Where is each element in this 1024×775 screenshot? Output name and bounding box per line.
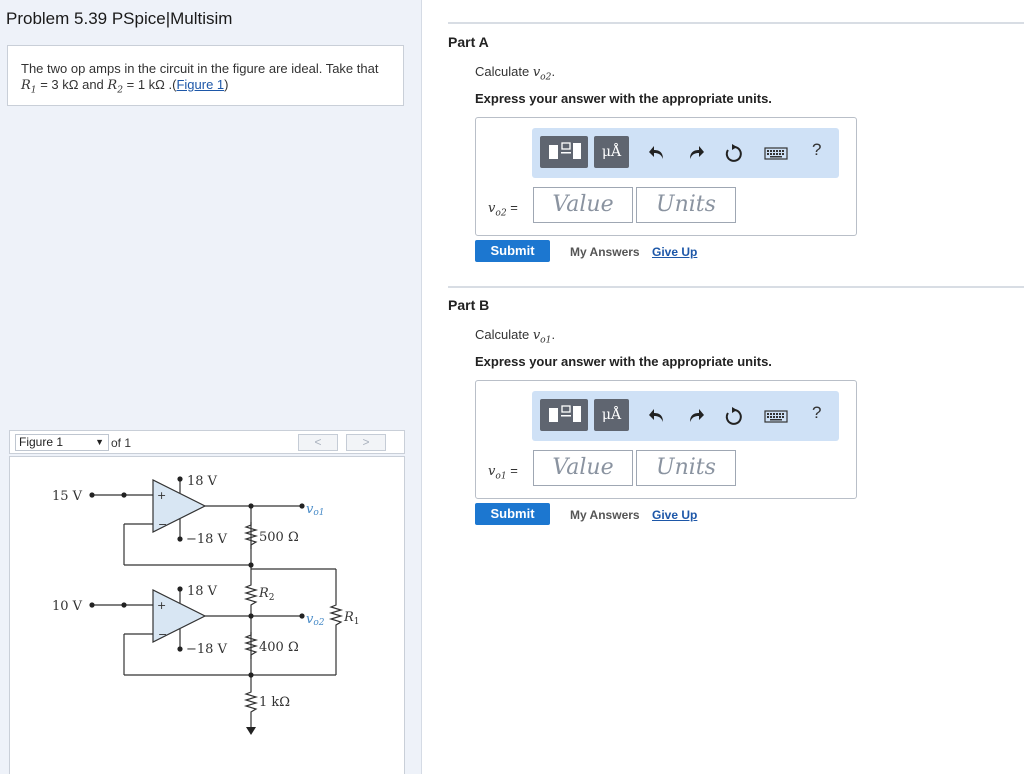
part-b-divider (448, 286, 1024, 288)
part-a-submit-button[interactable]: Submit (475, 240, 550, 262)
redo-icon[interactable] (684, 142, 706, 164)
part-a-input-label: vo2 = (488, 200, 518, 219)
undo-icon[interactable] (647, 405, 669, 427)
circuit-diagram: + − + − 15 V 10 V 18 V −18 V 18 V −18 V … (52, 474, 360, 735)
svg-text:−: − (158, 628, 167, 641)
part-b-title: Part B (448, 297, 490, 313)
keyboard-icon[interactable] (763, 405, 789, 427)
help-button[interactable]: ? (812, 403, 821, 423)
part-b-question: Calculate vo1. (475, 327, 556, 346)
reset-icon[interactable] (722, 142, 744, 164)
part-b-toolbar: μÅ ? (532, 391, 839, 441)
source-10v-label: 10 V (52, 599, 83, 614)
supply-plus-18v-label-1: 18 V (187, 474, 218, 489)
part-a-answer-box: μÅ ? vo2 = Value Units (475, 117, 857, 236)
resistor-500-label: 500 Ω (259, 530, 299, 545)
part-a-toolbar: μÅ ? (532, 128, 839, 178)
part-b-units-input[interactable]: Units (636, 450, 736, 486)
figure-select[interactable]: Figure 1 ▼ (15, 434, 109, 451)
figure-area: + − + − 15 V 10 V 18 V −18 V 18 V −18 V … (9, 456, 405, 774)
part-b-give-up-link[interactable]: Give Up (652, 508, 697, 522)
units-button[interactable]: μÅ (594, 399, 629, 431)
resistor-r1-label: R1 (343, 610, 360, 627)
part-b-answer-box: μÅ ? vo1 = Value Units (475, 380, 857, 499)
part-a-give-up-link[interactable]: Give Up (652, 245, 697, 259)
supply-minus-18v-label-1: −18 V (186, 532, 228, 547)
templates-icon (549, 405, 581, 422)
resistor-r2-label: R2 (258, 586, 275, 603)
part-a-my-answers-link[interactable]: My Answers (570, 245, 640, 259)
supply-minus-18v-label-2: −18 V (186, 642, 228, 657)
resistor-1k-label: 1 kΩ (259, 695, 290, 710)
svg-text:+: + (157, 599, 166, 612)
r2-symbol: R2 (107, 78, 123, 96)
resistor-400-label: 400 Ω (259, 640, 299, 655)
part-a-instructions: Express your answer with the appropriate… (475, 91, 772, 106)
reset-icon[interactable] (722, 405, 744, 427)
r2-value: = 1 kΩ (123, 77, 165, 92)
part-a-title: Part A (448, 34, 489, 50)
next-figure-button[interactable]: > (346, 434, 386, 451)
problem-statement-box: The two op amps in the circuit in the fi… (7, 45, 404, 106)
figure-count: of 1 (111, 436, 132, 450)
r1-value: = 3 kΩ (36, 77, 79, 92)
output-vo2-label: vo2 (306, 612, 325, 628)
redo-icon[interactable] (684, 405, 706, 427)
part-b-input-label: vo1 = (488, 463, 518, 482)
undo-icon[interactable] (647, 142, 669, 164)
problem-statement: The two op amps in the circuit in the fi… (21, 61, 379, 96)
part-a-value-input[interactable]: Value (533, 187, 633, 223)
part-a-units-input[interactable]: Units (636, 187, 736, 223)
statement-text: The two op amps in the circuit in the fi… (21, 61, 379, 76)
part-a-divider (448, 22, 1024, 24)
source-15v-label: 15 V (52, 489, 83, 504)
figure-link[interactable]: Figure 1 (176, 77, 224, 92)
problem-title: Problem 5.39 PSpice|Multisim (6, 9, 233, 28)
figure-navigation-bar: Figure 1 ▼ of 1 < > (9, 430, 405, 454)
keyboard-icon[interactable] (763, 142, 789, 164)
help-button[interactable]: ? (812, 140, 821, 160)
part-b-instructions: Express your answer with the appropriate… (475, 354, 772, 369)
part-a-question: Calculate vo2. (475, 64, 556, 83)
problem-panel: Problem 5.39 PSpice|Multisim The two op … (0, 0, 422, 774)
templates-button[interactable] (540, 136, 588, 168)
r1-symbol: R1 (21, 78, 37, 96)
part-b-submit-button[interactable]: Submit (475, 503, 550, 525)
supply-plus-18v-label-2: 18 V (187, 584, 218, 599)
templates-button[interactable] (540, 399, 588, 431)
part-b-value-input[interactable]: Value (533, 450, 633, 486)
templates-icon (549, 142, 581, 159)
output-vo1-label: vo1 (306, 502, 325, 518)
units-button[interactable]: μÅ (594, 136, 629, 168)
svg-text:+: + (157, 489, 166, 502)
prev-figure-button[interactable]: < (298, 434, 338, 451)
dropdown-arrow-icon: ▼ (95, 437, 104, 447)
part-b-my-answers-link[interactable]: My Answers (570, 508, 640, 522)
svg-text:−: − (158, 518, 167, 531)
figure-select-value: Figure 1 (19, 435, 64, 449)
